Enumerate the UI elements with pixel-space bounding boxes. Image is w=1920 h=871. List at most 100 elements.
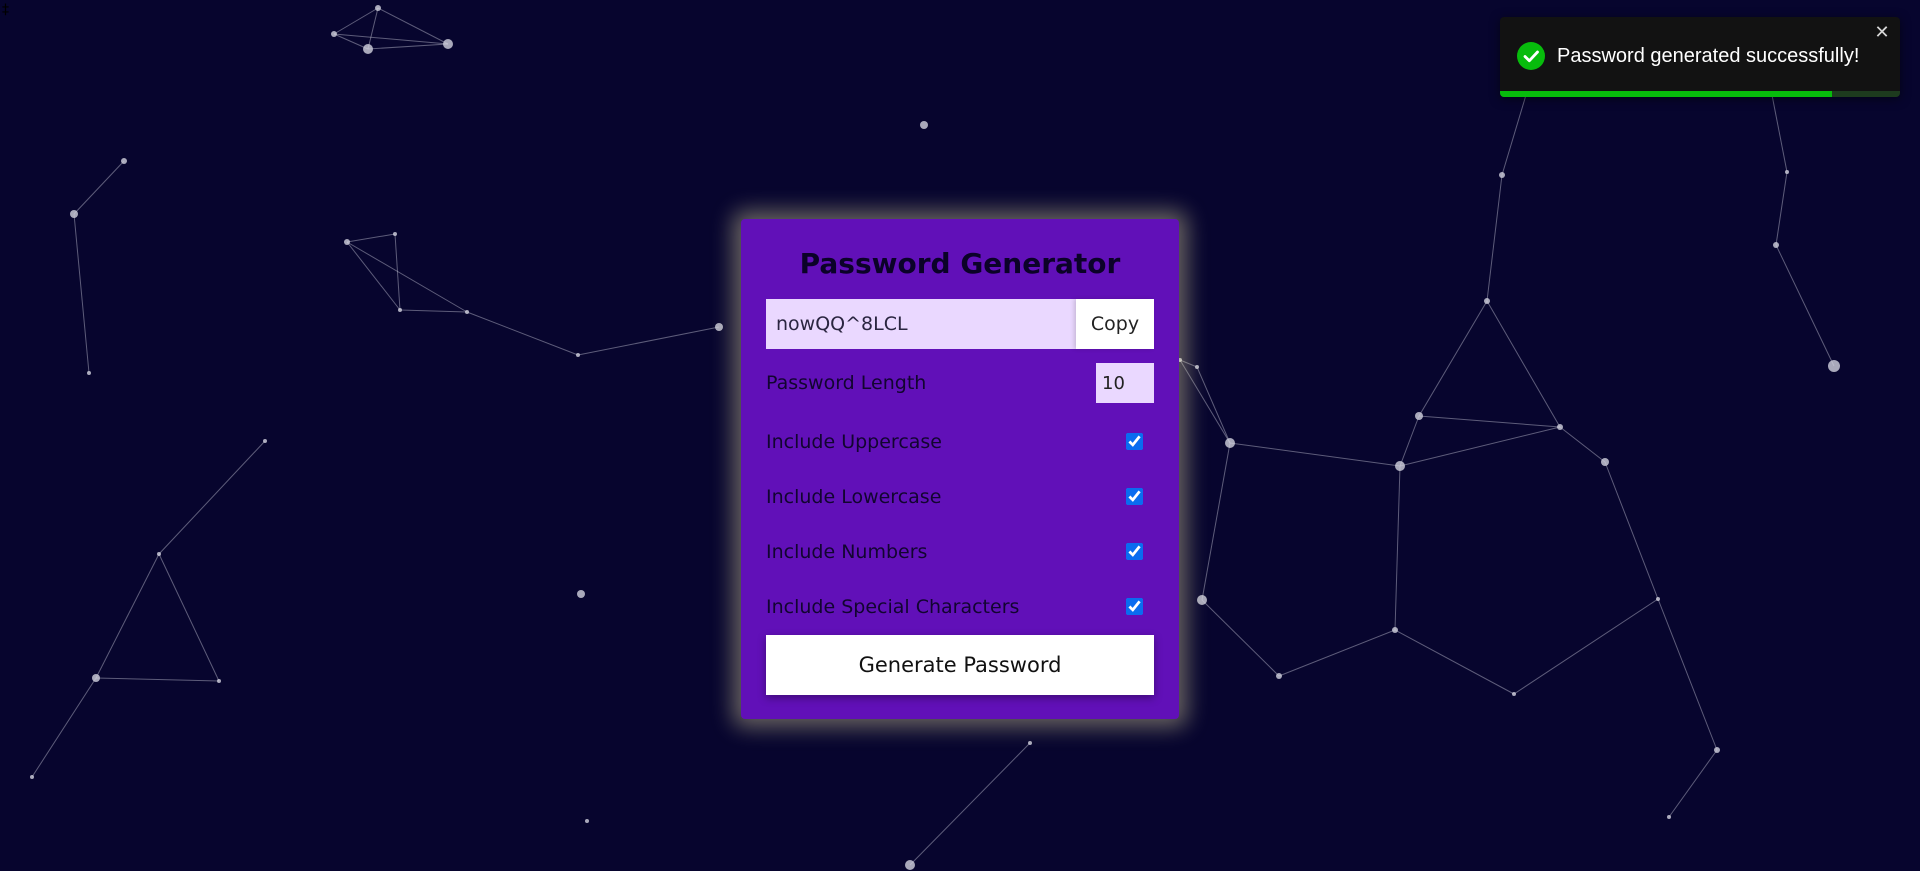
network-node [443, 39, 453, 49]
length-row: Password Length [766, 352, 1154, 414]
option-lowercase-row: Include Lowercase [766, 469, 1154, 524]
network-node [70, 210, 78, 218]
network-link [1278, 629, 1396, 677]
network-node [577, 590, 585, 598]
password-row: Copy [766, 299, 1154, 349]
network-node [363, 44, 373, 54]
network-link [367, 7, 379, 50]
network-node [398, 308, 402, 312]
password-generator-card: Password Generator Copy Password Length … [741, 219, 1179, 719]
network-node [393, 232, 397, 236]
special-label: Include Special Characters [766, 595, 1020, 618]
network-node [905, 860, 915, 870]
network-node [1415, 412, 1423, 420]
network-node [1197, 595, 1207, 605]
network-node [1773, 242, 1779, 248]
network-link [158, 440, 266, 555]
toast-progress-bar [1500, 91, 1832, 97]
success-toast[interactable]: Password generated successfully! ✕ [1500, 17, 1900, 97]
network-link [1399, 415, 1420, 467]
network-link [1486, 300, 1561, 428]
network-link [95, 677, 220, 682]
network-node [1785, 170, 1789, 174]
network-link [466, 311, 579, 356]
network-node [1225, 438, 1235, 448]
length-input[interactable] [1096, 363, 1154, 403]
network-link [158, 553, 220, 682]
network-link [1513, 598, 1659, 695]
uppercase-checkbox[interactable] [1126, 433, 1143, 450]
network-link [1657, 598, 1718, 751]
network-link [31, 677, 97, 778]
network-node [1714, 747, 1720, 753]
corner-glyph: ‡ [2, 2, 9, 18]
network-node [263, 439, 267, 443]
network-link [1394, 465, 1401, 631]
network-link [1229, 442, 1401, 467]
network-node [1512, 692, 1516, 696]
network-link [1771, 94, 1788, 173]
network-link [1559, 426, 1606, 463]
network-link [1501, 94, 1527, 176]
network-link [1775, 171, 1788, 246]
network-link [399, 309, 468, 313]
network-link [1604, 461, 1659, 600]
network-link [1486, 174, 1503, 302]
network-link [346, 241, 468, 313]
special-checkbox[interactable] [1126, 598, 1143, 615]
network-link [1196, 366, 1231, 444]
page-title: Password Generator [799, 247, 1121, 280]
network-node [157, 552, 161, 556]
generate-password-button[interactable]: Generate Password [766, 635, 1154, 695]
numbers-label: Include Numbers [766, 540, 928, 563]
network-link [73, 160, 125, 215]
network-link [577, 326, 720, 356]
network-node [576, 353, 580, 357]
network-node [1195, 365, 1199, 369]
network-link [346, 233, 396, 243]
network-node [1667, 815, 1671, 819]
network-link [333, 7, 379, 35]
network-node [30, 775, 34, 779]
network-link [1201, 442, 1231, 601]
password-output[interactable] [766, 299, 1076, 349]
network-link [1418, 415, 1561, 428]
network-link [1668, 749, 1718, 818]
network-link [1399, 426, 1561, 467]
network-node [1484, 298, 1490, 304]
network-link [1418, 300, 1488, 417]
network-node [92, 674, 100, 682]
network-node [217, 679, 221, 683]
uppercase-label: Include Uppercase [766, 430, 942, 453]
toast-progress-track [1500, 91, 1900, 97]
network-node [1601, 458, 1609, 466]
lowercase-label: Include Lowercase [766, 485, 942, 508]
network-node [920, 121, 928, 129]
network-link [73, 213, 90, 374]
check-circle-icon [1517, 42, 1545, 70]
network-node [1557, 424, 1563, 430]
length-label: Password Length [766, 372, 927, 394]
network-node [1395, 461, 1405, 471]
network-node [1028, 741, 1032, 745]
network-link [95, 553, 160, 679]
copy-button[interactable]: Copy [1076, 299, 1154, 349]
network-node [375, 5, 381, 11]
network-node [1276, 673, 1282, 679]
network-node [465, 310, 469, 314]
network-link [1394, 629, 1515, 695]
network-node [1499, 172, 1505, 178]
option-special-row: Include Special Characters [766, 579, 1154, 634]
network-node [585, 819, 589, 823]
network-link [367, 43, 449, 50]
network-link [1201, 599, 1280, 677]
numbers-checkbox[interactable] [1126, 543, 1143, 560]
network-link [346, 241, 401, 311]
network-node [1392, 627, 1398, 633]
option-numbers-row: Include Numbers [766, 524, 1154, 579]
network-node [87, 371, 91, 375]
close-icon[interactable]: ✕ [1872, 23, 1892, 43]
network-link [1775, 244, 1835, 367]
network-link [1179, 359, 1231, 444]
lowercase-checkbox[interactable] [1126, 488, 1143, 505]
